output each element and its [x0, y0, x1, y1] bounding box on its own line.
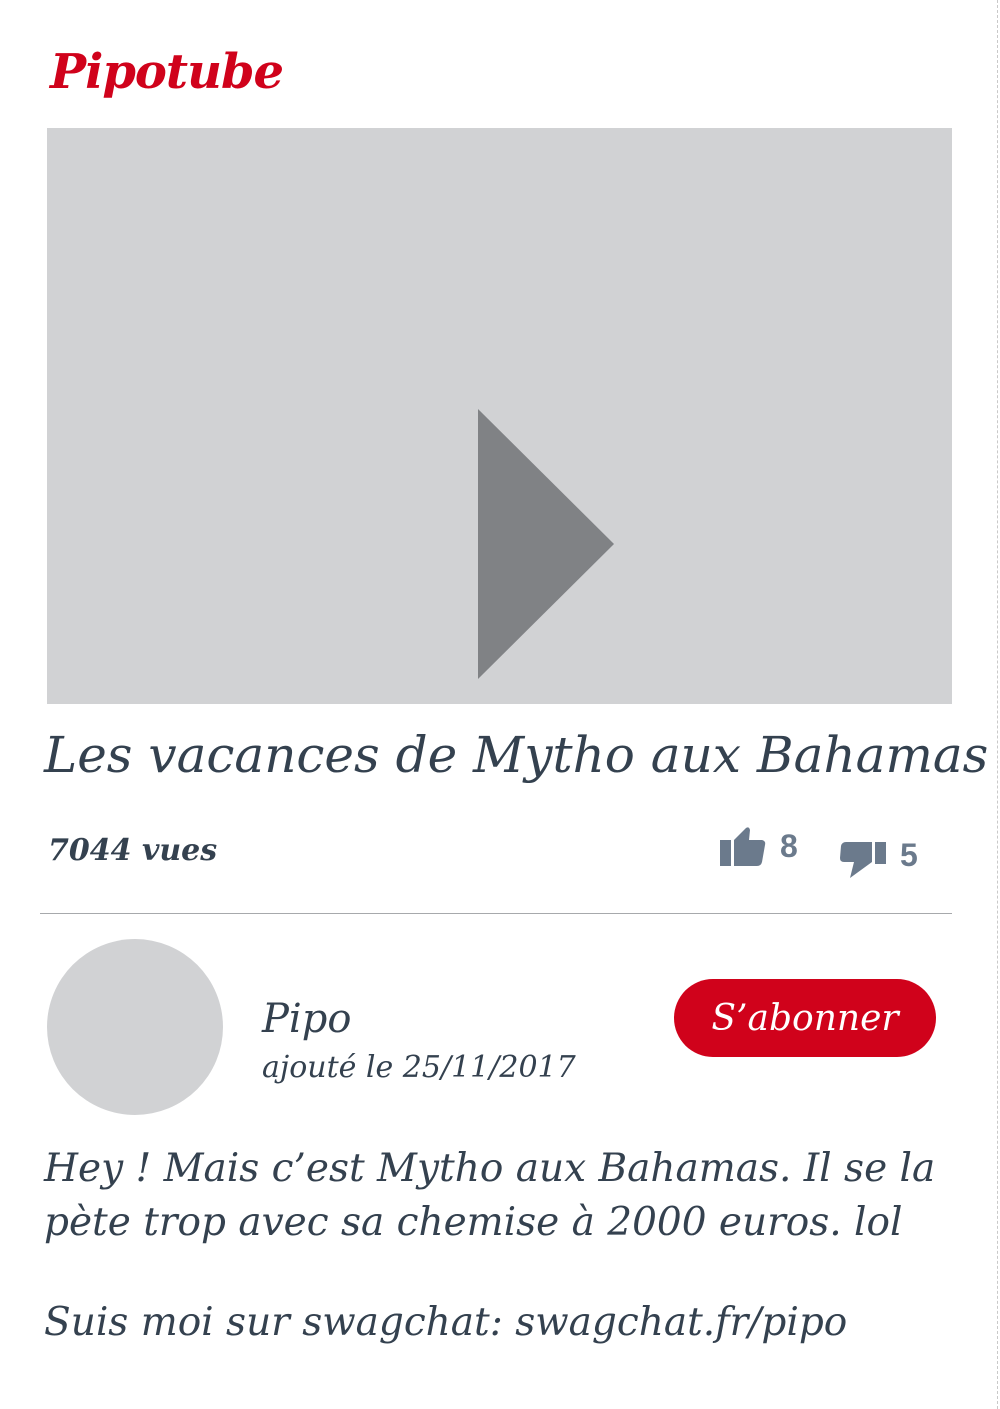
- channel-name[interactable]: Pipo: [262, 996, 351, 1042]
- play-icon[interactable]: [478, 409, 614, 679]
- view-count: 7044 vues: [48, 833, 218, 868]
- thumbs-down-icon: [840, 842, 886, 878]
- swagchat-link[interactable]: swagchat.fr/pipo: [515, 1300, 847, 1345]
- brand-logo[interactable]: Pipotube: [50, 44, 284, 100]
- subscribe-button[interactable]: S’abonner: [674, 979, 936, 1057]
- thumbs-up-icon: [720, 827, 766, 866]
- follow-line: Suis moi sur swagchat: swagchat.fr/pipo: [44, 1300, 847, 1345]
- avatar[interactable]: [47, 939, 223, 1115]
- video-player[interactable]: [47, 128, 952, 704]
- dislike-count: 5: [900, 836, 918, 873]
- follow-prefix: Suis moi sur swagchat:: [44, 1300, 516, 1345]
- video-title: Les vacances de Mytho aux Bahamas: [44, 726, 989, 784]
- video-description: Hey ! Mais c’est Mytho aux Bahamas. Il s…: [44, 1146, 936, 1245]
- like-button[interactable]: 8: [720, 826, 798, 866]
- page-edge: [997, 0, 998, 1409]
- like-count: 8: [780, 827, 798, 864]
- upload-date: ajouté le 25/11/2017: [262, 1050, 576, 1085]
- dislike-button[interactable]: 5: [840, 832, 918, 878]
- divider: [40, 913, 952, 914]
